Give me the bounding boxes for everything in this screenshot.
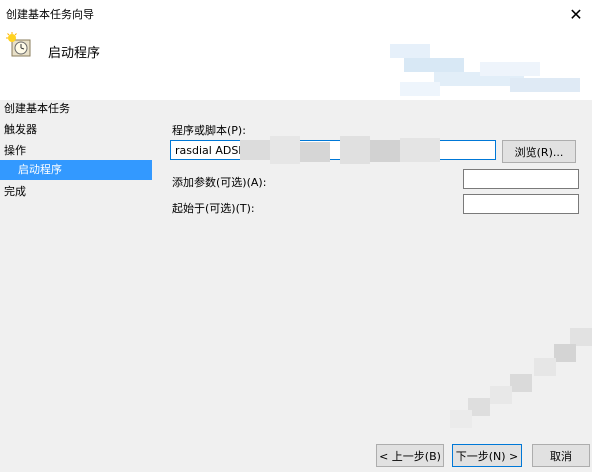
title-bar: 创建基本任务向导 ✕ <box>0 0 592 28</box>
cancel-button[interactable]: 取消 <box>532 444 590 467</box>
wizard-body: 创建基本任务 触发器 操作 启动程序 完成 程序或脚本(P): 浏览(R)...… <box>0 100 592 472</box>
nav-step-create-basic-task[interactable]: 创建基本任务 <box>4 100 70 116</box>
wizard-header: 启动程序 <box>0 28 592 100</box>
nav-step-start-program[interactable]: 启动程序 <box>0 160 152 180</box>
pixelated-watermark <box>450 328 592 428</box>
program-script-label: 程序或脚本(P): <box>172 124 246 137</box>
back-button[interactable]: < 上一步(B) <box>376 444 444 467</box>
pixelated-area <box>390 44 590 100</box>
nav-step-action[interactable]: 操作 <box>4 142 26 158</box>
nav-step-trigger[interactable]: 触发器 <box>4 121 37 137</box>
start-in-label: 起始于(可选)(T): <box>172 202 255 215</box>
start-in-input[interactable] <box>463 194 579 214</box>
task-clock-icon <box>6 32 31 57</box>
wizard-steps-nav: 创建基本任务 触发器 操作 启动程序 完成 <box>0 100 152 440</box>
next-button[interactable]: 下一步(N) > <box>452 444 522 467</box>
page-heading: 启动程序 <box>48 46 101 61</box>
arguments-label: 添加参数(可选)(A): <box>172 176 267 189</box>
arguments-input[interactable] <box>463 169 579 189</box>
browse-button[interactable]: 浏览(R)... <box>502 140 576 163</box>
window-title: 创建基本任务向导 <box>6 8 94 21</box>
redacted-area <box>240 136 440 164</box>
close-icon[interactable]: ✕ <box>564 2 588 26</box>
nav-step-finish[interactable]: 完成 <box>4 183 26 199</box>
